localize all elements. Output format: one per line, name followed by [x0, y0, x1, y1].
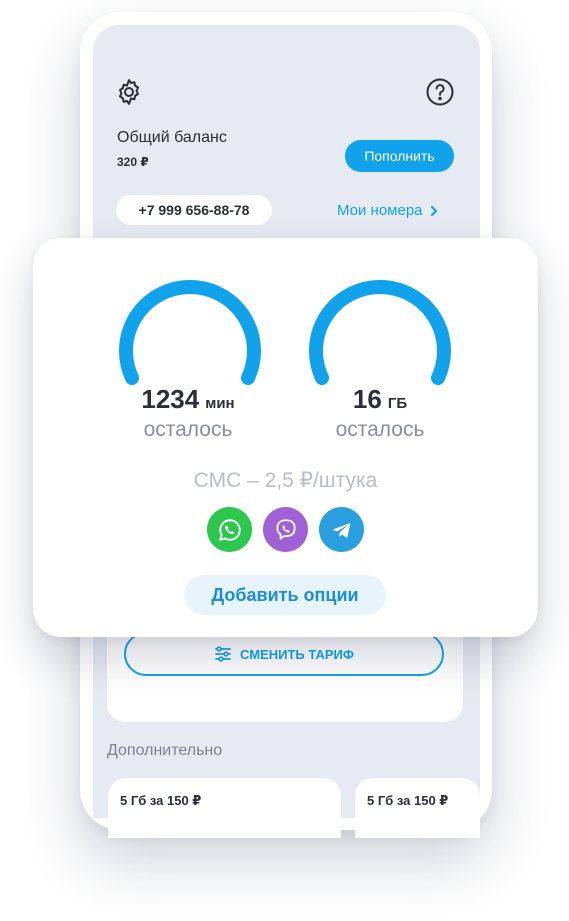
whatsapp-icon[interactable]: [207, 507, 252, 552]
minutes-remaining-label: осталось: [143, 418, 233, 441]
balance-value: 320 ₽: [117, 155, 149, 169]
data-gauge: [309, 280, 451, 385]
minutes-value: 1234 мин: [88, 384, 288, 415]
data-unit: ГБ: [387, 395, 408, 412]
sliders-icon: [215, 646, 231, 662]
chevron-right-icon: [430, 205, 437, 216]
offer-title: 5 Гб за 150 ₽: [120, 793, 202, 808]
data-number: 16: [352, 384, 382, 414]
add-options-button[interactable]: Добавить опции: [184, 575, 386, 615]
sms-price: СМС – 2,5 ₽/штука: [193, 469, 378, 492]
topup-button[interactable]: Пополнить: [345, 140, 454, 172]
data-remaining-label: осталось: [335, 418, 425, 441]
offer-card[interactable]: 5 Гб за 150 ₽: [355, 778, 480, 838]
extra-section-title: Дополнительно: [107, 742, 223, 759]
my-numbers-link[interactable]: Мои номера: [337, 202, 439, 219]
balance-label: Общий баланс: [117, 129, 227, 146]
data-value: 16 ГБ: [280, 384, 480, 415]
question-circle-icon[interactable]: [424, 76, 456, 108]
minutes-unit: мин: [205, 395, 235, 412]
gear-icon[interactable]: [113, 76, 145, 108]
minutes-gauge: [119, 280, 261, 385]
offer-title: 5 Гб за 150 ₽: [367, 793, 449, 808]
telegram-icon[interactable]: [319, 507, 364, 552]
my-numbers-label: Мои номера: [337, 202, 423, 219]
change-tariff-label: СМЕНИТЬ ТАРИФ: [240, 646, 354, 662]
offer-card[interactable]: 5 Гб за 150 ₽: [108, 778, 341, 838]
change-tariff-button[interactable]: СМЕНИТЬ ТАРИФ: [124, 632, 444, 676]
viber-icon[interactable]: [263, 507, 308, 552]
phone-number-pill[interactable]: +7 999 656-88-78: [116, 195, 272, 225]
minutes-number: 1234: [141, 384, 200, 414]
